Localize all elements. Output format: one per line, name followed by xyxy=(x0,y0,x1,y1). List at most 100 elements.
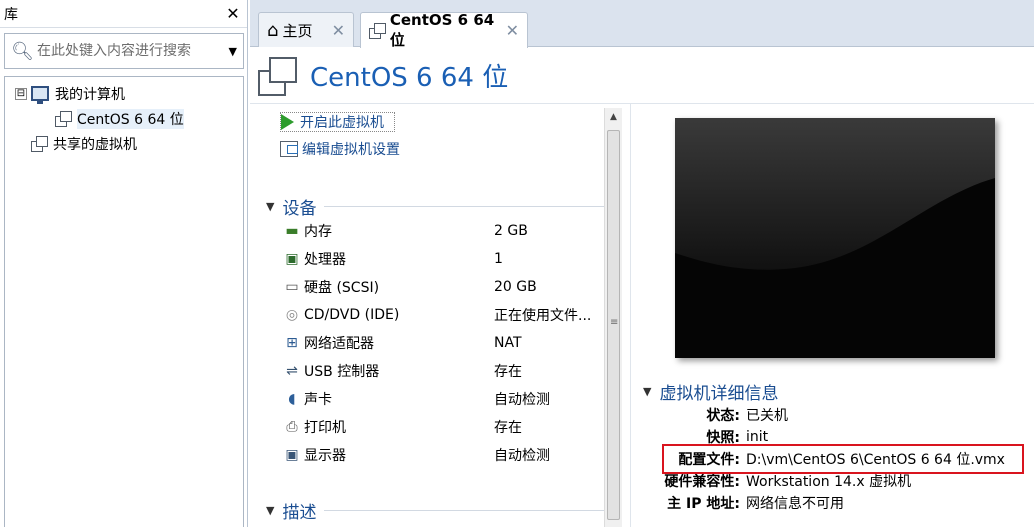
detail-key: 状态: xyxy=(706,408,740,424)
device-value: 存在 xyxy=(494,364,522,380)
device-value: 2 GB xyxy=(494,223,528,239)
device-row-sound[interactable]: ◖ 声卡 自动检测 xyxy=(282,388,602,410)
vertical-scrollbar[interactable]: ▲ ≡ xyxy=(604,108,622,527)
tree-item-label: 共享的虚拟机 xyxy=(53,136,137,153)
scroll-grip-icon: ≡ xyxy=(610,317,619,328)
device-value: NAT xyxy=(494,335,522,351)
edit-vm-settings-link[interactable]: 编辑虚拟机设置 xyxy=(280,139,400,159)
tree-item-label: CentOS 6 64 位 xyxy=(77,108,184,129)
tab-close-icon[interactable]: ✕ xyxy=(506,21,519,40)
scroll-up-icon[interactable]: ▲ xyxy=(605,108,622,126)
device-name: 声卡 xyxy=(304,392,332,408)
tab-label: 主页 xyxy=(282,21,313,40)
device-name: CD/DVD (IDE) xyxy=(304,307,400,323)
config-file-highlight-box xyxy=(662,444,1024,474)
cd-icon: ◎ xyxy=(285,307,299,323)
detail-value: 已关机 xyxy=(746,408,788,424)
detail-value: 网络信息不可用 xyxy=(746,496,844,512)
speaker-icon: ◖ xyxy=(288,391,296,407)
description-section-header[interactable]: ▼ 描述 xyxy=(266,498,606,523)
device-row-display[interactable]: ▣ 显示器 自动检测 xyxy=(282,444,602,466)
collapse-triangle-icon: ▼ xyxy=(266,200,275,213)
device-row-hdd[interactable]: ▭ 硬盘 (SCSI) 20 GB xyxy=(282,276,602,298)
hdd-icon: ▭ xyxy=(285,279,299,295)
start-vm-link[interactable]: 开启此虚拟机 xyxy=(280,112,395,132)
device-name: 内存 xyxy=(304,224,332,240)
search-icon: 🔍︎ xyxy=(11,40,34,62)
vm-screen-thumbnail[interactable] xyxy=(675,118,995,358)
collapse-triangle-icon: ▼ xyxy=(643,385,652,398)
device-name: USB 控制器 xyxy=(304,364,380,380)
vm-large-icon xyxy=(258,56,297,96)
thumbnail-graphic xyxy=(675,118,995,358)
edit-vm-settings-label: 编辑虚拟机设置 xyxy=(302,142,400,158)
detail-row-state: 状态: 已关机 xyxy=(660,404,788,426)
tab-label: CentOS 6 64 位 xyxy=(389,11,495,49)
home-icon: ⌂ xyxy=(267,19,279,41)
device-row-memory[interactable]: ▬ 内存 2 GB xyxy=(282,220,602,242)
device-row-network[interactable]: ⊞ 网络适配器 NAT xyxy=(282,332,602,354)
detail-key: 主 IP 地址: xyxy=(667,496,740,512)
play-icon xyxy=(281,114,294,130)
description-header-label: 描述 xyxy=(282,503,317,523)
device-row-cpu[interactable]: ▣ 处理器 1 xyxy=(282,248,602,270)
network-icon: ⊞ xyxy=(286,335,298,351)
search-input[interactable] xyxy=(37,43,217,59)
tab-home[interactable]: ⌂ 主页 ✕ xyxy=(258,12,354,47)
printer-icon: ⎙ xyxy=(286,419,298,435)
monitor-icon: ▣ xyxy=(285,447,299,463)
device-row-printer[interactable]: ⎙ 打印机 存在 xyxy=(282,416,602,438)
device-name: 网络适配器 xyxy=(304,336,374,352)
tree-item-label: 我的计算机 xyxy=(55,86,125,103)
tab-centos-vm[interactable]: CentOS 6 64 位 ✕ xyxy=(360,11,528,49)
tab-strip: ⌂ 主页 ✕ CentOS 6 64 位 ✕ xyxy=(250,0,1034,49)
devices-header-label: 设备 xyxy=(282,199,317,219)
device-value: 自动检测 xyxy=(494,448,550,464)
detail-value: Workstation 14.x 虚拟机 xyxy=(746,474,912,490)
details-section-header[interactable]: ▼ 虚拟机详细信息 xyxy=(643,379,1033,404)
search-box[interactable]: 🔍︎ ▼ xyxy=(4,33,244,69)
divider xyxy=(324,510,606,511)
devices-section-header[interactable]: ▼ 设备 xyxy=(266,194,606,219)
library-panel: 库 ✕ 🔍︎ ▼ ⊟ 我的计算机 CentOS 6 64 位 共享的虚拟机 xyxy=(0,0,248,527)
search-dropdown-icon[interactable]: ▼ xyxy=(229,45,237,58)
usb-icon: ⇌ xyxy=(286,363,298,379)
device-name: 硬盘 (SCSI) xyxy=(304,280,380,296)
tree-item-shared-vms[interactable]: 共享的虚拟机 xyxy=(5,131,243,156)
collapse-triangle-icon: ▼ xyxy=(266,504,275,517)
vm-summary-panel: 开启此虚拟机 编辑虚拟机设置 ▼ 设备 ▬ 内存 2 GB ▣ 处理器 1 ▭ … xyxy=(252,104,624,527)
vm-icon xyxy=(55,110,72,127)
library-close-button[interactable]: ✕ xyxy=(225,4,241,23)
library-tree: ⊟ 我的计算机 CentOS 6 64 位 共享的虚拟机 xyxy=(4,76,244,527)
device-row-usb[interactable]: ⇌ USB 控制器 存在 xyxy=(282,360,602,382)
device-name: 打印机 xyxy=(304,420,346,436)
device-row-cd-dvd[interactable]: ◎ CD/DVD (IDE) 正在使用文件... xyxy=(282,304,602,326)
divider xyxy=(324,206,606,207)
library-title: 库 xyxy=(4,6,18,23)
cpu-icon: ▣ xyxy=(285,251,299,267)
detail-row-ip-address: 主 IP 地址: 网络信息不可用 xyxy=(660,492,844,514)
scrollbar-thumb[interactable]: ≡ xyxy=(607,130,620,520)
device-value: 正在使用文件... xyxy=(494,308,592,324)
computer-icon xyxy=(31,86,49,104)
tab-close-icon[interactable]: ✕ xyxy=(332,21,345,40)
settings-icon xyxy=(280,141,298,157)
memory-icon: ▬ xyxy=(285,223,299,239)
tree-item-my-computer[interactable]: ⊟ 我的计算机 xyxy=(5,81,243,106)
device-value: 存在 xyxy=(494,420,522,436)
shared-vm-icon xyxy=(31,135,48,152)
device-value: 自动检测 xyxy=(494,392,550,408)
tree-collapse-icon[interactable]: ⊟ xyxy=(15,87,27,100)
vm-icon xyxy=(369,22,386,39)
device-name: 处理器 xyxy=(304,252,346,268)
tree-item-centos-vm[interactable]: CentOS 6 64 位 xyxy=(5,106,243,131)
page-title: CentOS 6 64 位 xyxy=(310,63,509,93)
start-vm-label: 开启此虚拟机 xyxy=(300,115,384,131)
vm-title-bar: CentOS 6 64 位 xyxy=(250,48,1034,104)
detail-value: init xyxy=(746,429,769,445)
device-value: 1 xyxy=(494,251,503,267)
device-value: 20 GB xyxy=(494,279,537,295)
device-name: 显示器 xyxy=(304,448,346,464)
library-header: 库 ✕ xyxy=(0,0,247,28)
details-header-label: 虚拟机详细信息 xyxy=(659,384,779,404)
